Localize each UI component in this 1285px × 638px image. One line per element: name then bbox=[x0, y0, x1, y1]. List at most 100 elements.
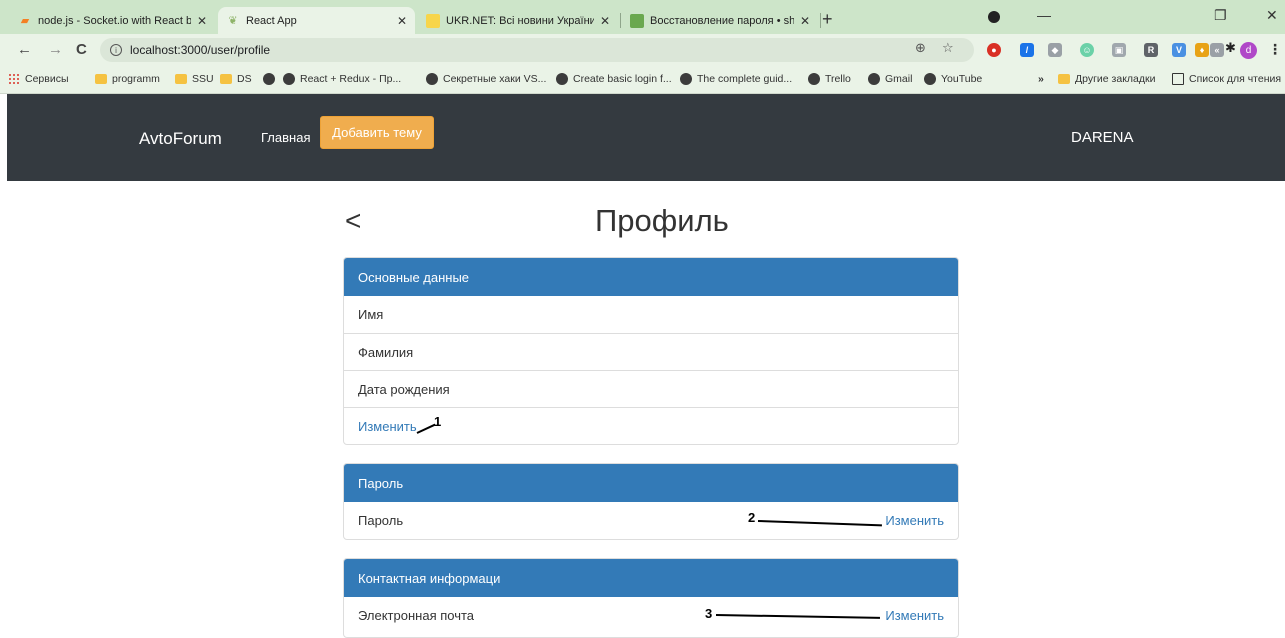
brand-logo[interactable]: AvtoForum bbox=[139, 129, 222, 149]
bookmark-react-redux[interactable]: React + Redux - Пр... bbox=[283, 73, 401, 85]
new-tab-button[interactable]: + bbox=[822, 9, 833, 30]
reload-icon[interactable]: C bbox=[76, 41, 87, 58]
extension-leaf-icon[interactable]: ♦ bbox=[1195, 43, 1209, 57]
browser-tabstrip: ▰ node.js - Socket.io with React be ✕ ❦ … bbox=[0, 0, 1285, 34]
add-topic-button[interactable]: Добавить тему bbox=[320, 116, 434, 149]
field-first-name: Имя bbox=[344, 296, 958, 333]
panel-header: Контактная информаци bbox=[344, 559, 958, 597]
zoom-icon[interactable]: ⊕ bbox=[915, 40, 926, 56]
bookmark-star-icon[interactable]: ☆ bbox=[942, 40, 954, 56]
profile-dot-icon[interactable] bbox=[988, 11, 1000, 23]
stackoverflow-icon: ▰ bbox=[20, 15, 30, 27]
field-label: Дата рождения bbox=[358, 381, 450, 397]
ublock-icon[interactable]: ● bbox=[987, 43, 1001, 57]
nav-home-link[interactable]: Главная bbox=[261, 130, 310, 145]
tab-separator bbox=[820, 13, 821, 28]
menu-kebab-icon[interactable]: ⋮ bbox=[1268, 41, 1282, 58]
user-name[interactable]: DARENA bbox=[1071, 129, 1134, 146]
folder-icon bbox=[95, 74, 107, 84]
globe-icon bbox=[283, 73, 295, 85]
tab-ukrnet[interactable]: UKR.NET: Всі новини України, ос ✕ bbox=[418, 7, 618, 34]
field-password: Пароль Изменить bbox=[344, 502, 958, 539]
folder-icon bbox=[220, 74, 232, 84]
extension-pen-icon[interactable]: / bbox=[1020, 43, 1034, 57]
tab-stackoverflow[interactable]: ▰ node.js - Socket.io with React be ✕ bbox=[10, 7, 215, 34]
folder-icon bbox=[1058, 74, 1070, 84]
close-tab-icon[interactable]: ✕ bbox=[600, 14, 610, 28]
bookmark-vs-hacks[interactable]: Секретные хаки VS... bbox=[426, 73, 546, 85]
bookmark-label: The complete guid... bbox=[697, 73, 793, 85]
bookmark-ssu[interactable]: SSU bbox=[175, 73, 214, 85]
bookmark-ds[interactable]: DS bbox=[220, 73, 252, 85]
bookmark-trello[interactable]: Trello bbox=[808, 73, 851, 85]
app-navbar: AvtoForum Главная Добавить тему DARENA bbox=[7, 94, 1285, 181]
extension-face-icon[interactable]: ☺ bbox=[1080, 43, 1094, 57]
edit-password-link[interactable]: Изменить bbox=[885, 513, 944, 528]
extension-diamond-icon[interactable]: ◆ bbox=[1048, 43, 1062, 57]
panel-header: Основные данные bbox=[344, 258, 958, 296]
close-tab-icon[interactable]: ✕ bbox=[397, 14, 407, 28]
globe-icon bbox=[924, 73, 936, 85]
extensions-puzzle-icon[interactable]: ✱ bbox=[1225, 40, 1236, 56]
edit-basic-link[interactable]: Изменить bbox=[358, 419, 417, 434]
reading-list-icon bbox=[1172, 73, 1184, 85]
extension-frame-icon[interactable]: ▣ bbox=[1112, 43, 1126, 57]
bookmark-globe[interactable] bbox=[263, 73, 280, 85]
close-window-icon[interactable]: ✕ bbox=[1266, 7, 1278, 24]
close-tab-icon[interactable]: ✕ bbox=[800, 14, 810, 28]
ukrnet-icon bbox=[426, 13, 440, 28]
tab-separator bbox=[620, 13, 621, 28]
mail-icon bbox=[630, 13, 644, 28]
page-title: Профиль bbox=[595, 203, 729, 238]
field-label: Пароль bbox=[358, 513, 404, 528]
bookmark-programm[interactable]: programm bbox=[95, 73, 160, 85]
annotation-number: 1 bbox=[434, 414, 442, 429]
restore-icon[interactable]: ❐ bbox=[1214, 7, 1227, 24]
bookmark-label: programm bbox=[112, 73, 160, 85]
extension-v-icon[interactable]: V bbox=[1172, 43, 1186, 57]
globe-icon bbox=[868, 73, 880, 85]
field-birth-date: Дата рождения bbox=[344, 370, 958, 407]
close-tab-icon[interactable]: ✕ bbox=[197, 14, 207, 28]
tab-title: React App bbox=[246, 14, 297, 27]
globe-icon bbox=[426, 73, 438, 85]
edit-email-link[interactable]: Изменить bbox=[885, 608, 944, 623]
extension-arrow-icon[interactable]: « bbox=[1210, 43, 1224, 57]
bookmark-youtube[interactable]: YouTube bbox=[924, 73, 982, 85]
info-icon[interactable]: i bbox=[110, 44, 122, 56]
tab-title: Восстановление пароля • shevd bbox=[650, 14, 794, 27]
bookmark-apps[interactable]: Сервисы bbox=[8, 73, 69, 85]
globe-icon bbox=[680, 73, 692, 85]
field-email: Электронная почта Изменить bbox=[344, 597, 958, 634]
bookmark-label: Другие закладки bbox=[1075, 73, 1156, 85]
address-bar[interactable]: i localhost:3000/user/profile bbox=[100, 38, 974, 62]
minimize-icon[interactable]: — bbox=[1037, 7, 1051, 23]
field-label: Электронная почта bbox=[358, 608, 475, 623]
bookmark-gmail[interactable]: Gmail bbox=[868, 73, 912, 85]
extension-r-icon[interactable]: R bbox=[1144, 43, 1158, 57]
tab-react-app[interactable]: ❦ React App ✕ bbox=[218, 7, 415, 34]
forward-arrow-icon[interactable]: → bbox=[48, 41, 63, 58]
folder-icon bbox=[175, 74, 187, 84]
back-button[interactable]: < bbox=[345, 207, 361, 235]
apps-icon bbox=[8, 73, 20, 85]
tab-password-recovery[interactable]: Восстановление пароля • shevd ✕ bbox=[622, 7, 818, 34]
annotation-number: 3 bbox=[705, 606, 713, 621]
reading-list[interactable]: Список для чтения bbox=[1172, 73, 1281, 85]
bookmarks-bar: Сервисы programm SSU DS React + Redux - … bbox=[0, 67, 1285, 94]
url-text: localhost:3000/user/profile bbox=[130, 43, 271, 57]
bookmark-complete-guide[interactable]: The complete guid... bbox=[680, 73, 792, 85]
field-label: Фамилия bbox=[358, 344, 414, 360]
bookmarks-more-button[interactable]: » bbox=[1038, 73, 1044, 85]
annotation-number: 2 bbox=[748, 510, 756, 525]
bookmark-label: Список для чтения bbox=[1189, 73, 1282, 85]
bookmark-other[interactable]: Другие закладки bbox=[1058, 73, 1155, 85]
bookmark-basic-login[interactable]: Create basic login f... bbox=[556, 73, 672, 85]
tab-title: node.js - Socket.io with React be bbox=[38, 14, 191, 27]
browser-toolbar: ← → C i localhost:3000/user/profile ⊕ ☆ … bbox=[0, 34, 1285, 67]
profile-avatar[interactable]: d bbox=[1240, 42, 1257, 59]
globe-icon bbox=[556, 73, 568, 85]
bookmark-label: Сервисы bbox=[25, 73, 69, 85]
react-icon: ❦ bbox=[228, 15, 238, 27]
back-arrow-icon[interactable]: ← bbox=[17, 41, 32, 58]
